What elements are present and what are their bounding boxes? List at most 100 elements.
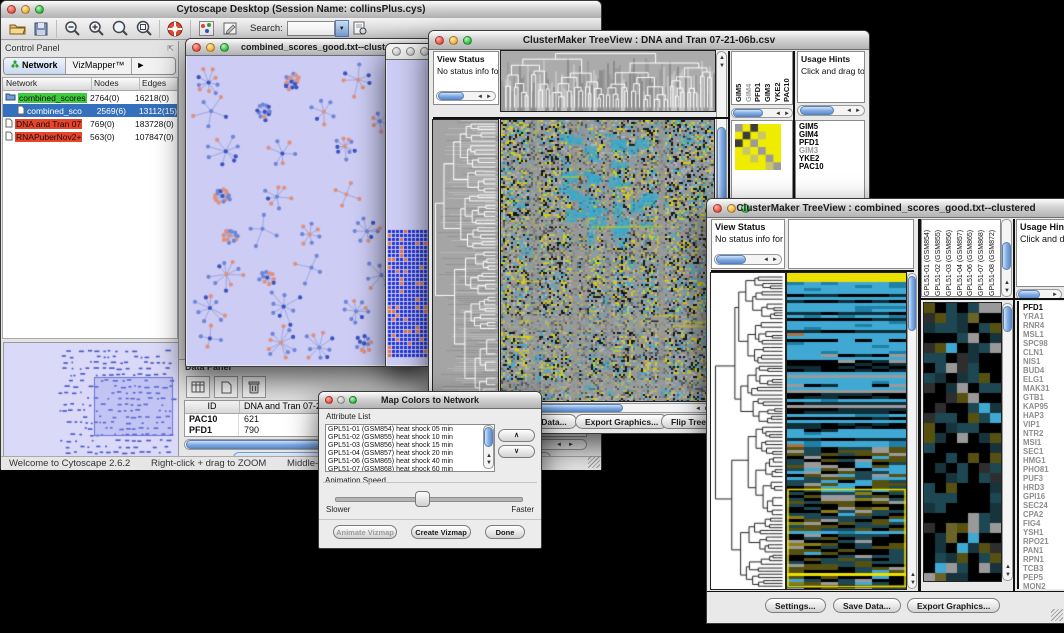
zoom-out-icon[interactable] [60,19,84,39]
button-save-data[interactable]: Save Data... [833,598,901,613]
minimize-button[interactable] [337,396,345,404]
dp-col-id[interactable]: ID [185,401,240,413]
resize-grip[interactable] [1051,609,1063,621]
column-label[interactable]: PFD1 [753,52,763,102]
zoom-button[interactable] [220,43,229,52]
attribute-list-item[interactable]: GPL51-03 (GSM856) heat shock 15 min [328,442,494,450]
search-config-icon[interactable] [349,19,373,39]
zoom-button[interactable] [463,36,472,45]
gene-label[interactable]: PHO81 [1023,465,1064,474]
button-export-graphics[interactable]: Export Graphics... [907,598,1000,613]
column-label[interactable]: GPL51-01 (GSM854) [924,220,935,296]
scroll-down-icon[interactable]: ▼ [486,460,492,466]
scroll-right-icon[interactable]: ► [855,108,861,114]
view-status-scrollbar[interactable]: ◄ ► [436,91,496,101]
col-header-edges[interactable]: Edges [140,78,177,90]
scroll-up-icon[interactable]: ▲ [1004,280,1010,286]
network-tree-row[interactable]: DNA and Tran 07769(0)183728(0) [3,117,177,130]
network-tree-row[interactable]: RNAPuberNov2+563(0)107847(0) [3,130,177,143]
attribute-select-icon[interactable] [186,376,210,398]
gene-label[interactable]: YRA1 [1023,312,1064,321]
gene-label[interactable]: TCB3 [1023,564,1064,573]
search-dropdown-button[interactable]: ▼ [335,20,349,37]
move-down-button[interactable]: ∨ [498,445,535,458]
zoom-in-icon[interactable] [84,19,108,39]
col-header-network[interactable]: Network [3,78,92,90]
gene-label[interactable]: PAN1 [1023,546,1064,555]
zoom-button[interactable] [741,204,750,213]
search-input[interactable] [287,21,335,36]
main-titlebar[interactable]: Cytoscape Desktop (Session Name: collins… [1,1,601,19]
gene-label[interactable]: HAP3 [1023,411,1064,420]
tab-vizmapper[interactable]: VizMapper™ [66,58,133,74]
scroll-down-icon[interactable]: ▼ [1005,572,1011,578]
col-header-nodes[interactable]: Nodes [92,78,140,90]
scrollbar-thumb[interactable] [484,427,493,447]
gene-label[interactable]: NTR2 [1023,429,1064,438]
column-label[interactable]: YKE2 [773,52,783,102]
tv2-heat-vscroll[interactable]: ▲ ▼ [907,273,917,589]
new-attribute-icon[interactable] [214,376,238,398]
button-create-vizmap[interactable]: Create Vizmap [411,525,471,539]
attribute-list-item[interactable]: GPL51-07 (GSM868) heat shock 60 min [328,466,494,472]
resize-grip[interactable] [588,456,600,468]
minimize-button[interactable] [406,47,415,56]
gene-label[interactable]: GPI16 [1023,492,1064,501]
gene-label[interactable]: VIP1 [1023,420,1064,429]
tv1-titlebar[interactable]: ClusterMaker TreeView : DNA and Tran 07-… [429,31,869,50]
scroll-up-icon[interactable]: ▲ [1005,564,1011,570]
help-lifesaver-icon[interactable] [163,19,187,39]
tab-[interactable]: ► [132,58,152,74]
gene-label[interactable]: CPA2 [1023,510,1064,519]
scroll-left-icon[interactable]: ◄ [477,94,483,100]
network-tree-row[interactable]: combined_sco2569(6)13112(15) [3,104,177,117]
scroll-right-icon[interactable]: ► [568,442,574,448]
gene-label[interactable]: CLN1 [1023,348,1064,357]
close-button[interactable] [435,36,444,45]
scroll-down-icon[interactable]: ▼ [910,580,916,586]
tv1-row-dendrogram[interactable] [433,120,498,401]
tv1-heatmap-canvas[interactable] [501,120,714,401]
gene-label[interactable]: YSH1 [1023,528,1064,537]
save-icon[interactable] [29,19,53,39]
attribute-list-item[interactable]: GPL51-04 (GSM857) heat shock 20 min [328,450,494,458]
gene-label[interactable]: RPO21 [1023,537,1064,546]
column-label[interactable]: GPL51-07 (GSM868) [978,220,989,296]
attribute-list-item[interactable]: GPL51-02 (GSM855) heat shock 10 min [328,434,494,442]
tv2-column-dendrogram-panel[interactable] [788,219,914,269]
column-label[interactable]: GIM5 [734,52,744,102]
row-label[interactable]: PAC10 [799,163,864,171]
gene-label[interactable]: RPN1 [1023,555,1064,564]
tv1-summary-heatmap[interactable] [735,124,781,170]
gene-label[interactable]: BUD4 [1023,366,1064,375]
tab-network[interactable]: Network [4,58,66,74]
gene-label[interactable]: PFD1 [1023,303,1064,312]
gene-label[interactable]: GTB1 [1023,393,1064,402]
scroll-left-icon[interactable]: ◄ [556,442,562,448]
scroll-left-icon[interactable]: ◄ [775,111,781,117]
view-status-scrollbar[interactable]: ◄ ► [714,254,782,265]
scroll-down-icon[interactable]: ▼ [1004,288,1010,294]
tv1-usage-hscroll[interactable]: ◄ ► [797,105,865,116]
minimize-button[interactable] [206,43,215,52]
gene-label[interactable]: MSI1 [1023,438,1064,447]
vizmapper-nodes-icon[interactable] [194,19,218,39]
dialog-titlebar[interactable]: Map Colors to Network [319,392,541,409]
zoom-button[interactable] [35,5,44,14]
close-button[interactable] [7,5,16,14]
panel-float-icon[interactable]: ⇱ [167,44,174,53]
network-tree-row[interactable]: combined_scores2764(0)16218(0) [3,91,177,104]
gene-label[interactable]: NIS1 [1023,357,1064,366]
attribute-list-scrollbar[interactable]: ▲ ▼ [483,425,494,469]
close-button[interactable] [192,43,201,52]
scrollbar-thumb[interactable] [908,276,916,331]
button-export-graphics[interactable]: Export Graphics... [575,414,668,429]
column-label[interactable]: GPL51-08 (GSM872) [989,220,1000,296]
scroll-left-icon[interactable]: ◄ [846,108,852,114]
net2-titlebar[interactable] [386,44,431,60]
scroll-down-icon[interactable]: ▼ [719,63,725,69]
gene-label[interactable]: ELG1 [1023,375,1064,384]
tv2-row-dendrogram[interactable] [711,273,785,589]
network-matrix-canvas[interactable] [387,60,430,365]
gene-label[interactable]: PEP5 [1023,573,1064,582]
